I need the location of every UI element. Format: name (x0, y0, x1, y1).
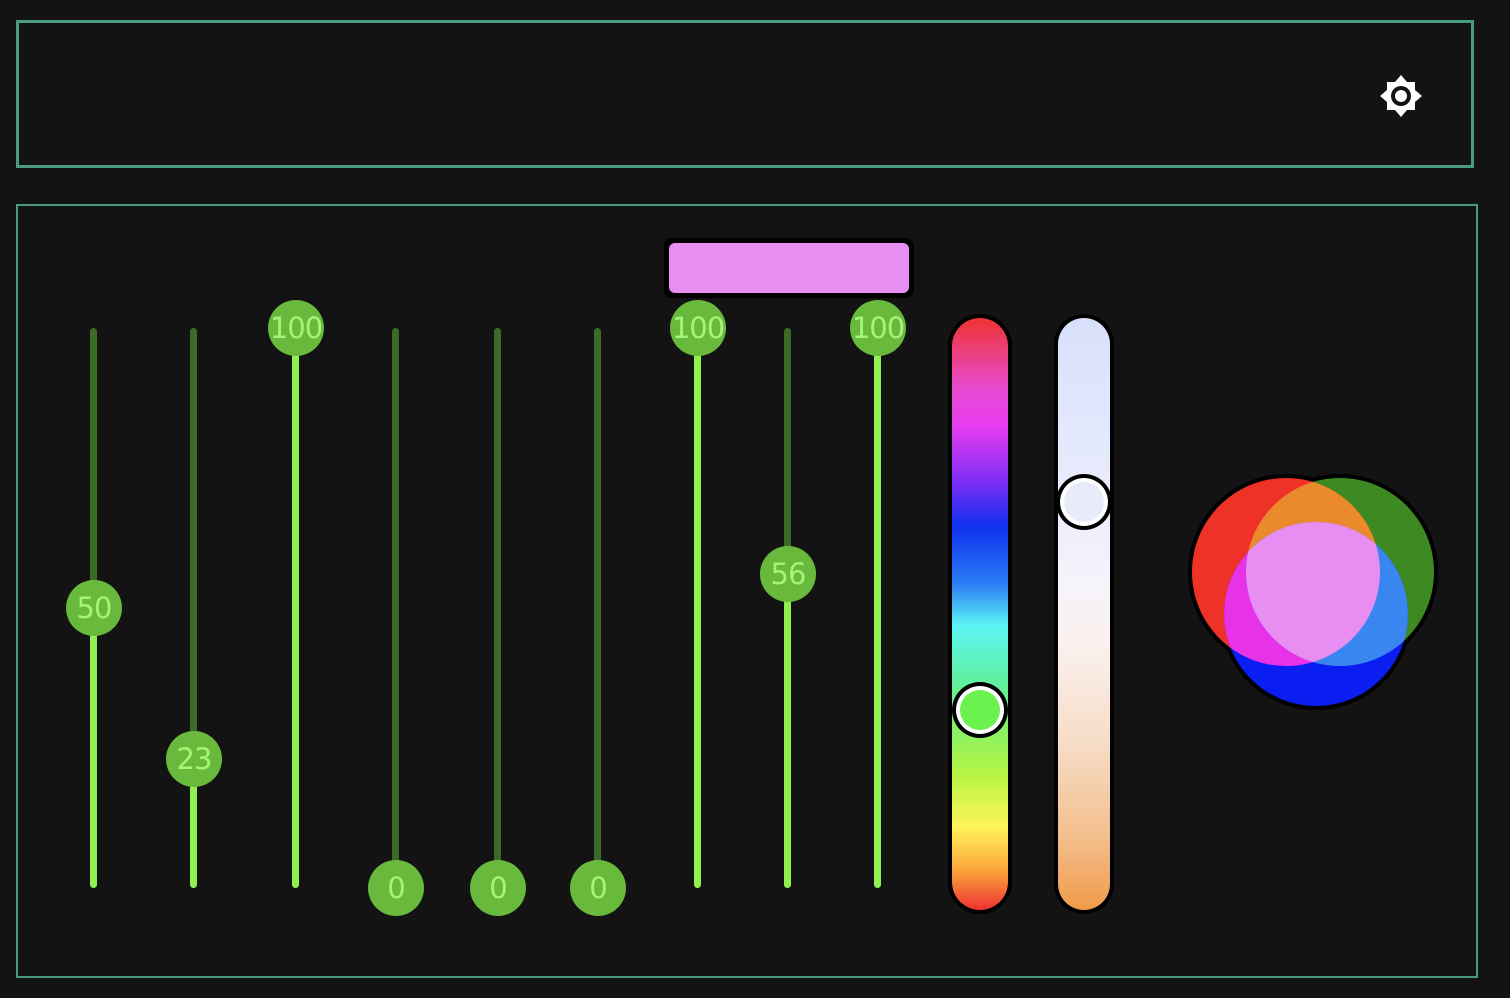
slider-fill (784, 574, 791, 888)
color-temperature-slider[interactable] (1054, 314, 1114, 914)
header-panel (16, 20, 1474, 168)
channel-slider-8[interactable]: 56 (758, 300, 818, 916)
channel-slider-4[interactable]: 0 (366, 300, 426, 916)
slider-knob-value[interactable]: 100 (670, 300, 726, 356)
slider-knob-value[interactable]: 0 (368, 860, 424, 916)
slider-knob-value[interactable]: 23 (166, 731, 222, 788)
channel-slider-7[interactable]: 100 (668, 300, 728, 916)
rgb-venn-diagram (1188, 474, 1438, 710)
color-preview-swatch (664, 238, 914, 298)
brightness-gear-icon (1380, 75, 1422, 117)
slider-track (594, 328, 601, 888)
slider-fill (874, 328, 881, 888)
temperature-knob-ring (1060, 478, 1108, 526)
hue-slider-knob[interactable] (952, 682, 1008, 738)
slider-knob-value[interactable]: 56 (760, 546, 816, 603)
slider-knob-value[interactable]: 100 (850, 300, 906, 356)
hue-slider[interactable] (948, 314, 1012, 914)
hue-knob-ring (956, 686, 1004, 734)
slider-track (494, 328, 501, 888)
temperature-slider-knob[interactable] (1056, 474, 1112, 530)
channel-slider-2[interactable]: 23 (164, 300, 224, 916)
slider-fill (292, 328, 299, 888)
temperature-knob-color (1064, 482, 1104, 522)
slider-knob-value[interactable]: 50 (66, 580, 122, 636)
slider-track (392, 328, 399, 888)
slider-fill (694, 328, 701, 888)
settings-button[interactable] (1377, 72, 1425, 120)
slider-knob-value[interactable]: 0 (570, 860, 626, 916)
hue-gradient-track (952, 318, 1008, 910)
slider-fill (90, 608, 97, 888)
slider-knob-value[interactable]: 100 (268, 300, 324, 356)
hue-knob-color (960, 690, 1000, 730)
channel-slider-1[interactable]: 50 (64, 300, 124, 916)
slider-knob-value[interactable]: 0 (470, 860, 526, 916)
channel-slider-9[interactable]: 100 (848, 300, 908, 916)
temperature-gradient-track (1058, 318, 1110, 910)
channel-slider-3[interactable]: 100 (266, 300, 326, 916)
channel-slider-6[interactable]: 0 (568, 300, 628, 916)
color-preview-fill (669, 243, 909, 293)
channel-slider-5[interactable]: 0 (468, 300, 528, 916)
rgb-color-mixer[interactable] (1188, 474, 1444, 714)
